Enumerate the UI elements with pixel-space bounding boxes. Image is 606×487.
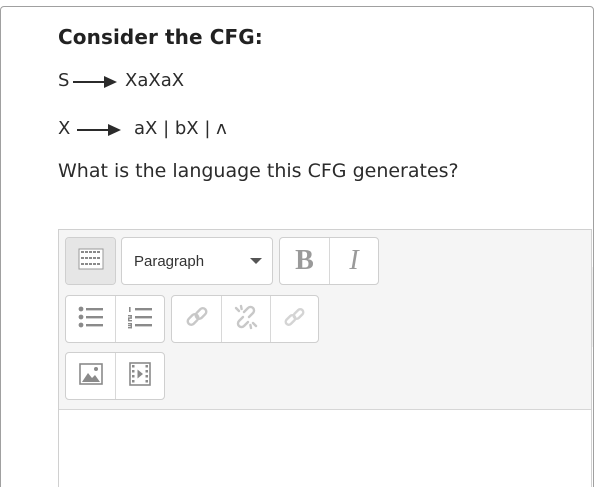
media-icon bbox=[129, 362, 151, 390]
rule-lhs: X bbox=[58, 118, 71, 139]
insert-media-button[interactable] bbox=[115, 353, 164, 399]
unordered-list-button[interactable] bbox=[66, 296, 115, 342]
italic-button[interactable]: I bbox=[329, 238, 378, 284]
question-title: Consider the CFG: bbox=[58, 25, 263, 49]
paragraph-select[interactable]: Paragraph bbox=[122, 238, 272, 284]
production-rule-2: X aX | bX | ʌ bbox=[58, 118, 308, 142]
rule-rhs: XaXaX bbox=[125, 70, 185, 91]
question-prompt: What is the language this CFG generates? bbox=[58, 160, 459, 182]
paragraph-select-value: Paragraph bbox=[134, 252, 205, 270]
ordered-list-icon bbox=[127, 305, 153, 333]
rule-rhs: aX | bX | ʌ bbox=[134, 118, 227, 139]
toolbar-toggle-icon bbox=[78, 248, 104, 274]
text-style-group: B I bbox=[279, 237, 379, 285]
right-arrow-icon bbox=[76, 119, 122, 146]
media-group bbox=[65, 352, 165, 400]
list-group bbox=[65, 295, 165, 343]
manage-links-icon bbox=[282, 304, 308, 334]
bold-button[interactable]: B bbox=[280, 238, 329, 284]
unordered-list-icon bbox=[78, 305, 104, 333]
toolbar-toggle-group bbox=[65, 237, 116, 285]
link-button[interactable] bbox=[172, 296, 221, 342]
link-icon bbox=[184, 304, 210, 334]
rule-lhs: S bbox=[58, 70, 70, 91]
insert-image-button[interactable] bbox=[66, 353, 115, 399]
production-rule-1: S XaXaX bbox=[58, 70, 308, 94]
link-group bbox=[171, 295, 319, 343]
right-arrow-icon bbox=[72, 71, 118, 98]
answer-editor: Paragraph B I bbox=[58, 229, 592, 487]
image-icon bbox=[78, 363, 103, 389]
chevron-down-icon bbox=[250, 258, 262, 264]
ordered-list-button[interactable] bbox=[115, 296, 164, 342]
unlink-icon bbox=[233, 304, 259, 334]
manage-links-button[interactable] bbox=[270, 296, 318, 342]
editor-content-area[interactable] bbox=[59, 410, 591, 487]
unlink-button[interactable] bbox=[221, 296, 270, 342]
editor-toolbar: Paragraph B I bbox=[59, 230, 591, 410]
paragraph-select-group: Paragraph bbox=[121, 237, 273, 285]
toolbar-toggle-button[interactable] bbox=[66, 238, 115, 284]
